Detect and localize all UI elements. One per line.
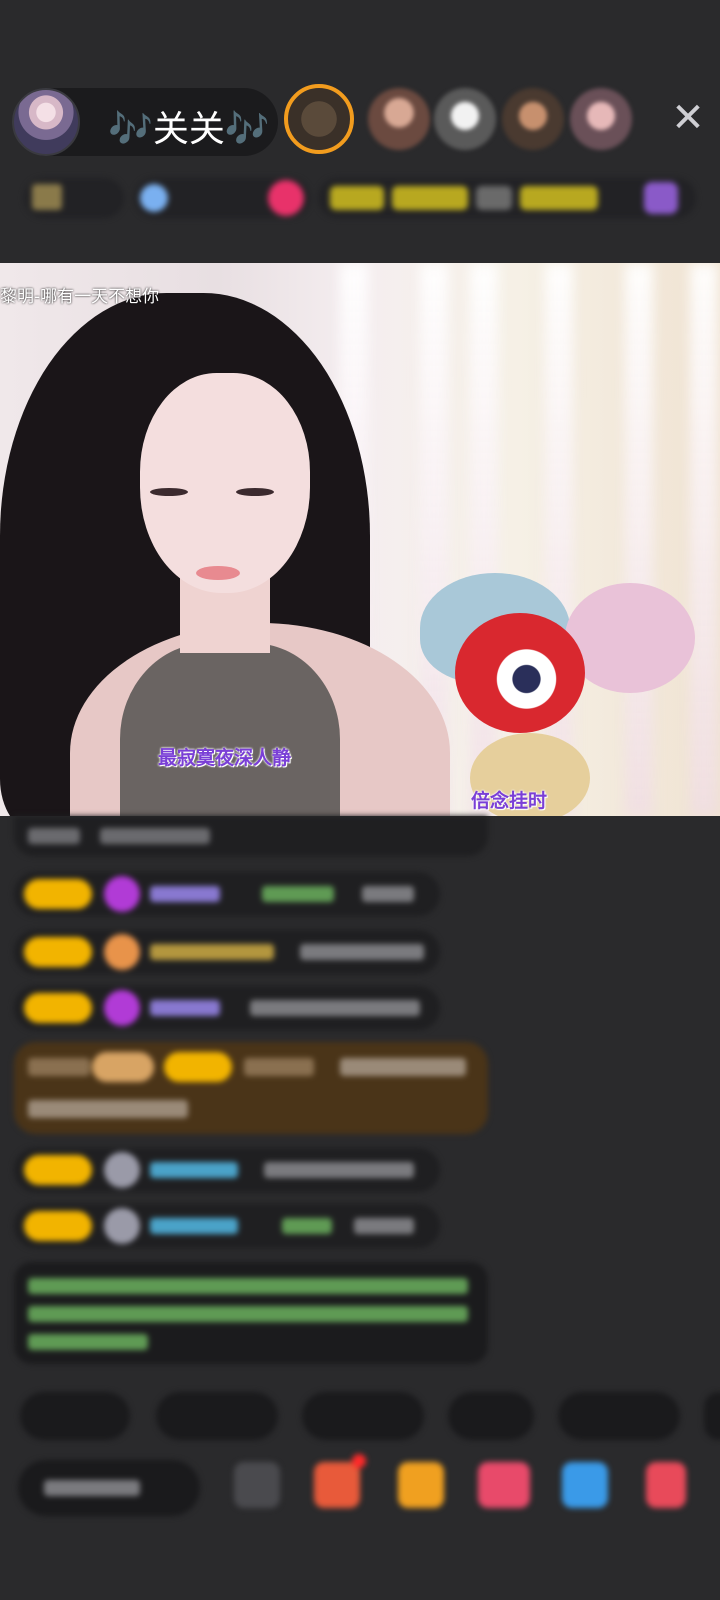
- quick-chip-4[interactable]: [448, 1392, 534, 1440]
- level-badge: [24, 1155, 92, 1185]
- gift-icon-1[interactable]: [314, 1462, 360, 1508]
- top-viewer-avatar-1[interactable]: [284, 84, 354, 154]
- level-badge: [24, 993, 92, 1023]
- heart-icon[interactable]: [268, 180, 304, 216]
- user-avatar: [104, 934, 140, 970]
- level-badge: [24, 1211, 92, 1241]
- highlight-message: [14, 1042, 488, 1134]
- host-avatar[interactable]: [12, 88, 80, 156]
- level-badge: [164, 1052, 232, 1082]
- quick-chip-6[interactable]: [704, 1392, 720, 1440]
- notification-dot: [352, 1454, 366, 1468]
- gift-icon-3[interactable]: [478, 1462, 530, 1508]
- streamer-lips: [196, 566, 240, 580]
- chat-input[interactable]: [18, 1460, 200, 1516]
- top-viewer-avatar-5[interactable]: [570, 88, 632, 150]
- user-avatar: [104, 990, 140, 1026]
- quick-chip-3[interactable]: [302, 1392, 424, 1440]
- gift-icon-2[interactable]: [398, 1462, 444, 1508]
- host-name: 🎶关关🎶: [108, 109, 270, 150]
- level-badge: [24, 879, 92, 909]
- user-avatar: [104, 1152, 140, 1188]
- top-viewer-avatar-2[interactable]: [368, 88, 430, 150]
- emoji-icon[interactable]: [234, 1462, 280, 1508]
- plush-toy-red: [455, 613, 585, 733]
- top-viewer-avatar-4[interactable]: [502, 88, 564, 150]
- chat-message: [14, 816, 488, 856]
- host-info-pill[interactable]: 🎶关关🎶: [12, 88, 278, 156]
- lyric-right: 倍念挂时: [471, 790, 548, 812]
- gift-icon-5[interactable]: [646, 1462, 686, 1508]
- close-icon[interactable]: ✕: [668, 98, 708, 138]
- streamer-top: [120, 643, 340, 816]
- info-row: [0, 172, 720, 224]
- streamer-face: [140, 373, 310, 593]
- level-badge: [24, 937, 92, 967]
- live-video[interactable]: [0, 263, 720, 816]
- top-viewer-avatar-3[interactable]: [434, 88, 496, 150]
- lyric-left: 最寂寞夜深人静: [158, 747, 292, 769]
- song-title: 黎明-哪有一天不想你: [0, 287, 160, 307]
- quick-chip-5[interactable]: [558, 1392, 680, 1440]
- gift-icon-4[interactable]: [562, 1462, 608, 1508]
- quick-chip-1[interactable]: [20, 1392, 130, 1440]
- user-avatar: [104, 876, 140, 912]
- user-avatar: [104, 1208, 140, 1244]
- quick-chip-2[interactable]: [156, 1392, 278, 1440]
